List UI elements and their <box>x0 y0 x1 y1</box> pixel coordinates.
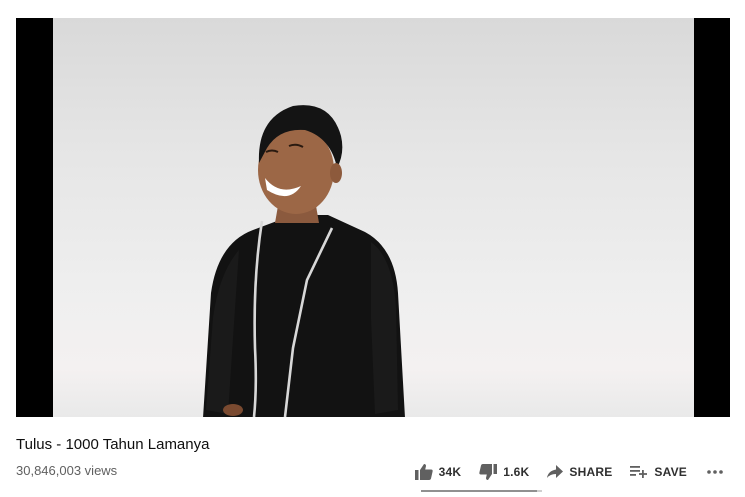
like-count: 34K <box>438 465 462 479</box>
video-frame[interactable] <box>53 18 694 417</box>
video-player[interactable] <box>16 18 730 417</box>
share-label: SHARE <box>569 465 613 479</box>
playlist-add-icon <box>630 466 648 478</box>
share-button[interactable]: SHARE <box>547 465 612 479</box>
sentiment-bar-like-fill <box>421 490 537 492</box>
video-actions-bar: 34K 1.6K SHARE SAVE <box>414 462 723 482</box>
save-label: SAVE <box>654 465 687 479</box>
thumb-down-icon <box>479 464 498 480</box>
sentiment-bar <box>421 490 542 492</box>
dislike-button[interactable]: 1.6K <box>479 464 529 480</box>
share-arrow-icon <box>547 465 564 478</box>
more-horizontal-icon <box>707 470 723 474</box>
save-button[interactable]: SAVE <box>630 465 687 479</box>
thumb-up-icon <box>414 464 433 480</box>
like-button[interactable]: 34K <box>414 464 462 480</box>
video-still-image <box>203 105 405 417</box>
view-count: 30,846,003 views <box>16 463 118 478</box>
dislike-count: 1.6K <box>503 465 530 479</box>
more-actions-button[interactable] <box>707 470 723 474</box>
video-title: Tulus - 1000 Tahun Lamanya <box>16 436 210 453</box>
